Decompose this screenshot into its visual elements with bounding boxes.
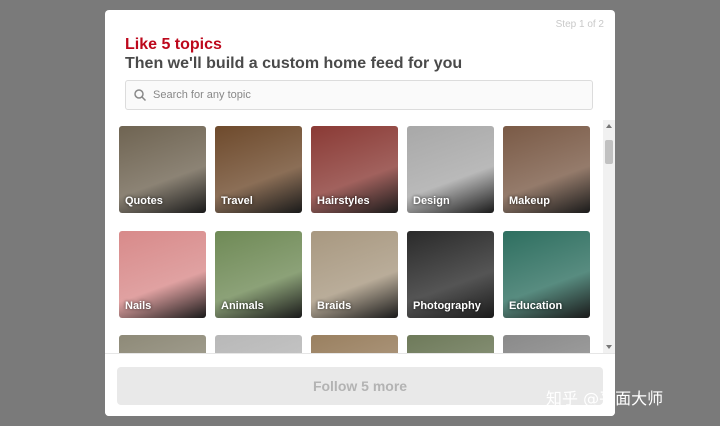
watermark-text: 知乎 @平面大师 <box>546 389 664 408</box>
scroll-up-arrow-icon[interactable] <box>606 124 612 128</box>
topic-label: Braids <box>317 300 352 312</box>
search-input[interactable] <box>151 88 575 102</box>
scrollbar-thumb[interactable] <box>605 140 613 164</box>
modal-subtitle: Then we'll build a custom home feed for … <box>125 55 463 72</box>
topic-tile-quotes[interactable]: Quotes <box>119 126 206 213</box>
topic-tile-education[interactable]: Education <box>503 231 590 318</box>
topic-tile[interactable] <box>407 335 494 353</box>
topic-label: Travel <box>221 195 253 207</box>
topic-tile[interactable] <box>215 335 302 353</box>
topic-label: Design <box>413 195 450 207</box>
topic-tile[interactable] <box>503 335 590 353</box>
topic-label: Photography <box>413 300 481 312</box>
search-box[interactable] <box>125 80 593 110</box>
topic-tile[interactable] <box>119 335 206 353</box>
follow-more-button[interactable]: Follow 5 more <box>117 367 603 405</box>
modal-title: Like 5 topics <box>125 36 222 53</box>
scroll-down-arrow-icon[interactable] <box>606 345 612 349</box>
search-icon <box>134 89 147 102</box>
modal-footer: Follow 5 more <box>105 353 615 416</box>
topic-tile-hairstyles[interactable]: Hairstyles <box>311 126 398 213</box>
topic-picker-modal: Step 1 of 2 Like 5 topics Then we'll bui… <box>105 10 615 416</box>
topic-label: Animals <box>221 300 264 312</box>
grid-scrollbar[interactable] <box>603 120 615 353</box>
topic-tile-design[interactable]: Design <box>407 126 494 213</box>
topic-tile[interactable] <box>311 335 398 353</box>
topic-label: Education <box>509 300 563 312</box>
topic-tile-photography[interactable]: Photography <box>407 231 494 318</box>
topic-tile-travel[interactable]: Travel <box>215 126 302 213</box>
topic-label: Hairstyles <box>317 195 370 207</box>
topic-grid: Quotes Travel Hairstyles Design Makeup N… <box>105 120 615 353</box>
topic-label: Nails <box>125 300 152 312</box>
topic-label: Makeup <box>509 195 550 207</box>
topic-label: Quotes <box>125 195 163 207</box>
topic-tile-makeup[interactable]: Makeup <box>503 126 590 213</box>
topic-tile-animals[interactable]: Animals <box>215 231 302 318</box>
topic-tile-braids[interactable]: Braids <box>311 231 398 318</box>
step-indicator: Step 1 of 2 <box>555 19 604 30</box>
topic-tile-nails[interactable]: Nails <box>119 231 206 318</box>
